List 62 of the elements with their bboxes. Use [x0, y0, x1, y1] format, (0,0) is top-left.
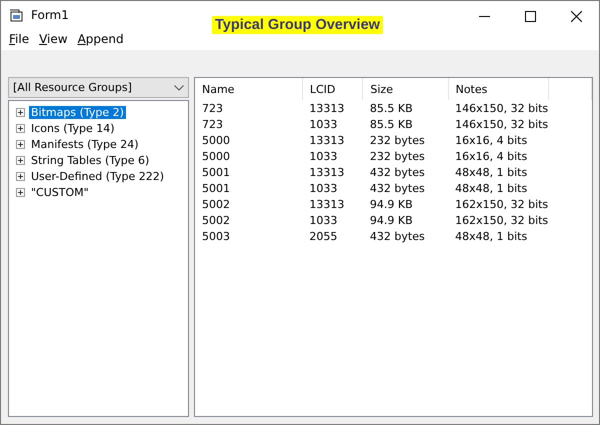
table-cell-text: 13313	[308, 132, 346, 148]
table-cell-text: 85.5 KB	[368, 116, 414, 132]
table-cell: 85.5 KB	[362, 100, 448, 116]
table-cell-text: 1033	[308, 212, 338, 228]
column-header[interactable]: LCID	[302, 78, 363, 100]
table-cell-text: 94.9 KB	[368, 196, 414, 212]
table-cell-text: 5003	[201, 228, 231, 244]
table-cell-text: 13313	[308, 196, 346, 212]
group-dropdown[interactable]: [All Resource Groups]	[8, 77, 189, 98]
table-cell-text: 146x150, 32 bits	[454, 116, 548, 132]
app-icon	[9, 8, 25, 24]
table-cell-text: 432 bytes	[368, 164, 426, 180]
table-cell-text: 16x16, 4 bits	[454, 132, 528, 148]
tree-item[interactable]: String Tables (Type 6)	[29, 154, 152, 166]
table-cell: 13313	[302, 100, 363, 116]
maximize-icon	[524, 10, 536, 22]
expand-icon[interactable]	[16, 172, 25, 180]
close-icon	[570, 10, 582, 22]
tree-item[interactable]: User-Defined (Type 222)	[29, 170, 166, 182]
table-cell-text: 5002	[201, 212, 231, 228]
table-cell-text: 2055	[308, 228, 338, 244]
table-cell-text: 5001	[201, 180, 231, 196]
expand-icon[interactable]	[16, 108, 25, 116]
menu-item[interactable]: View	[35, 31, 74, 50]
table-cell-text: 5001	[201, 164, 231, 180]
table-cell-text: 1033	[308, 116, 338, 132]
table-cell-text: 162x150, 32 bits	[454, 212, 548, 228]
table-cell-text: 432 bytes	[368, 180, 426, 196]
table-cell-text: 432 bytes	[368, 228, 426, 244]
window-title: Form1	[31, 8, 69, 22]
table-cell: 146x150, 32 bits	[448, 100, 548, 116]
table-cell-text: 232 bytes	[368, 132, 426, 148]
column-header[interactable]: Size	[362, 78, 448, 100]
table-cell-text: 162x150, 32 bits	[454, 196, 548, 212]
table-cell-text: 13313	[308, 164, 346, 180]
expand-icon[interactable]	[16, 156, 25, 164]
menu-item[interactable]: File	[5, 31, 36, 50]
table-cell-text: 48x48, 1 bits	[454, 164, 528, 180]
expand-icon[interactable]	[16, 140, 25, 148]
table-cell-text: 5000	[201, 132, 231, 148]
tree-item[interactable]: Icons (Type 14)	[29, 122, 117, 134]
table-cell-text: 5000	[201, 148, 231, 164]
expand-icon[interactable]	[16, 124, 25, 132]
column-header[interactable]: Notes	[448, 78, 548, 100]
tree-item[interactable]: Bitmaps (Type 2)	[29, 106, 126, 118]
table-cell-text: 1033	[308, 148, 338, 164]
table-cell-text: 723	[201, 116, 224, 132]
table-cell: 723	[195, 100, 302, 116]
menu-item[interactable]: Append	[74, 31, 130, 50]
table-cell-text: 1033	[308, 180, 338, 196]
chevron-icon	[174, 84, 184, 90]
table-cell-text: 48x48, 1 bits	[454, 228, 528, 244]
column-header[interactable]: Name	[195, 78, 302, 100]
table-cell-text: 16x16, 4 bits	[454, 148, 528, 164]
tree-item[interactable]: "CUSTOM"	[29, 186, 91, 198]
table-cell-text: 5002	[201, 196, 231, 212]
expand-icon[interactable]	[16, 188, 25, 196]
tree-item[interactable]: Manifests (Type 24)	[29, 138, 141, 150]
banner-title: Typical Group Overview	[212, 16, 383, 34]
table-cell-text: 48x48, 1 bits	[454, 180, 528, 196]
table-cell-text: 232 bytes	[368, 148, 426, 164]
table-cell-text: 94.9 KB	[368, 212, 414, 228]
